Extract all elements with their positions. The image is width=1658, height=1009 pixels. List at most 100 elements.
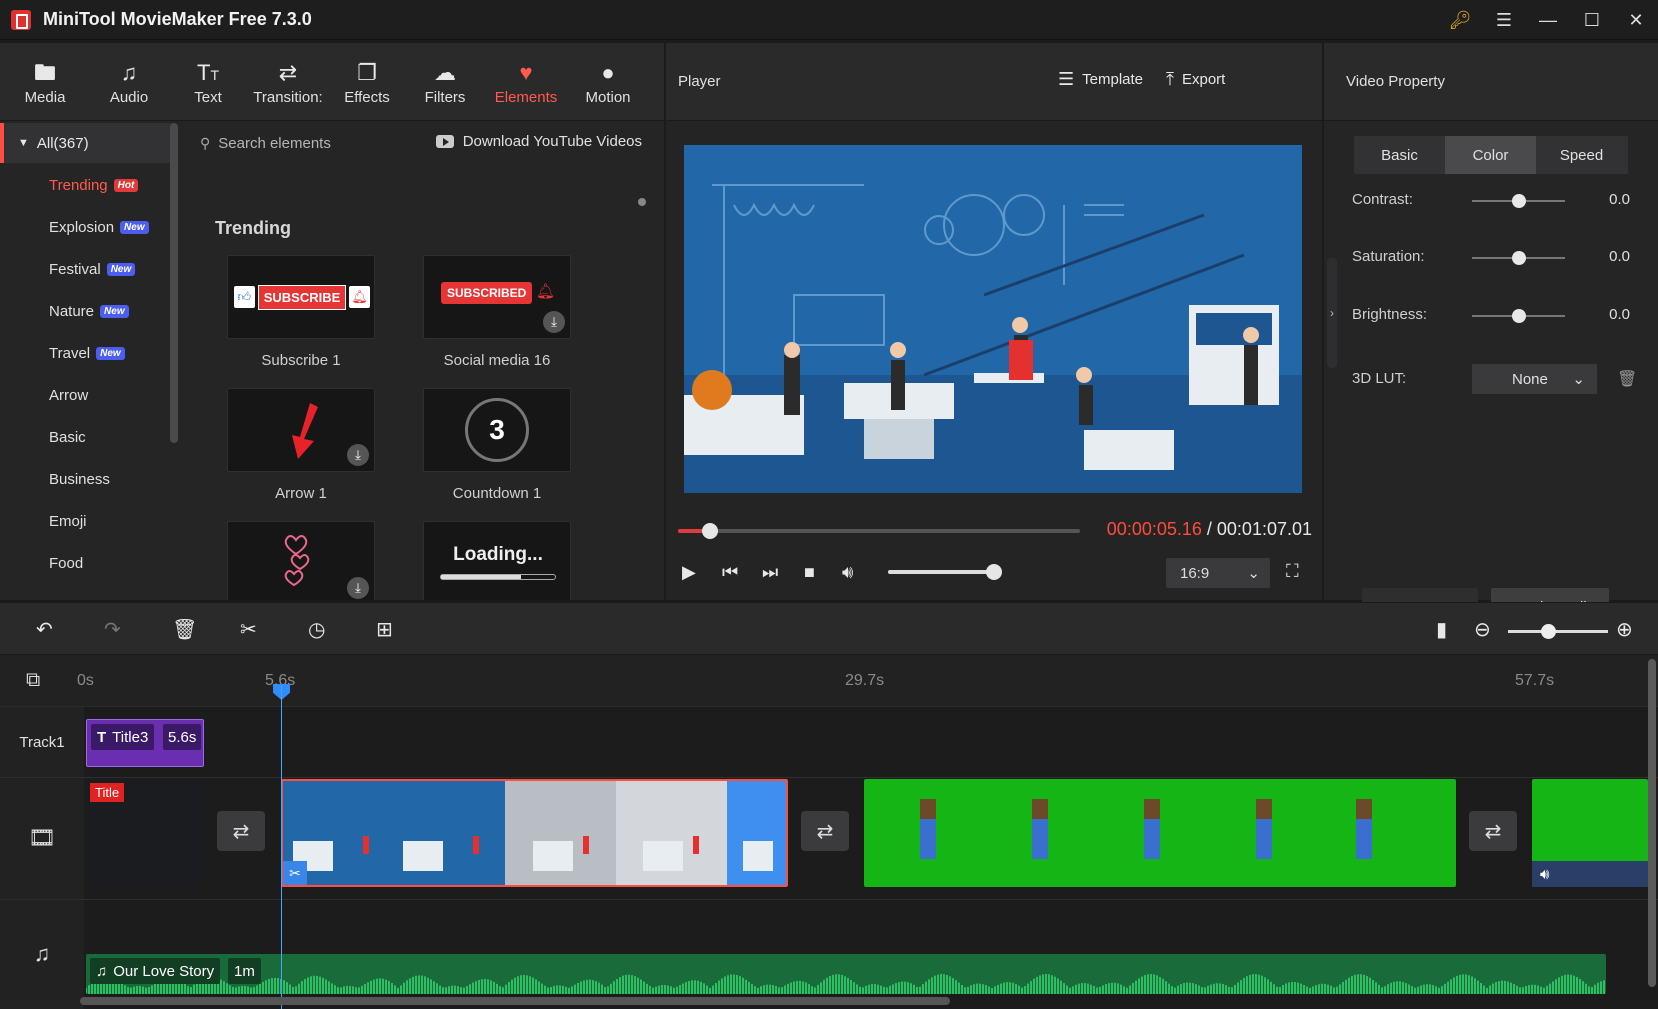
tab-media[interactable]: 🖿︎ Media [0,43,90,121]
menu-icon[interactable]: ☰ [1482,0,1526,40]
slider-handle[interactable] [1511,194,1526,208]
content-scrollbar[interactable] [638,198,646,206]
category-business[interactable]: Business [49,459,110,499]
tab-transition[interactable]: ⇄ Transition: [248,43,328,121]
zoom-out-icon[interactable]: ⊖ [1474,617,1491,642]
element-tile-countdown-1[interactable]: 3 [423,388,571,472]
maximize-button[interactable]: ☐ [1570,0,1614,40]
panel-collapse-handle[interactable]: › [1327,258,1337,368]
download-icon[interactable]: ⤓ [347,444,369,466]
element-tile-hearts[interactable]: ⤓ [227,521,375,600]
category-scrollbar[interactable] [170,123,178,443]
download-icon[interactable]: ⤓ [347,577,369,599]
zoom-slider[interactable] [1508,624,1608,639]
video-clip-title[interactable]: Title [86,779,204,887]
search-input[interactable] [218,134,419,152]
playhead[interactable] [281,685,282,1009]
volume-icon[interactable]: 🔊︎ [1540,866,1549,883]
scissors-icon[interactable]: ✂ [283,861,307,885]
export-button[interactable]: ⤒ Export [1166,69,1225,90]
contrast-slider[interactable] [1472,194,1565,208]
category-nature[interactable]: Nature New [49,291,129,331]
volume-slider[interactable] [888,564,1003,580]
scissors-icon[interactable]: ✂ [240,617,257,642]
title-clip[interactable]: T Title3 5.6s [86,719,204,767]
category-all[interactable]: ▼ All(367) [0,123,172,163]
tab-effects[interactable]: ❐ Effects [328,43,406,121]
tab-basic[interactable]: Basic [1354,136,1445,174]
element-tile-arrow-1[interactable]: ⤓ [227,388,375,472]
video-preview[interactable] [684,145,1302,493]
element-tile-loading[interactable]: Loading... [423,521,571,600]
previous-frame-button[interactable]: ⏮︎ [722,562,738,583]
fit-timeline-icon[interactable]: ▮ [1436,617,1447,642]
video-clip-greenscreen[interactable] [864,779,1456,887]
tab-motion[interactable]: ● Motion [568,43,648,121]
horizontal-scrollbar[interactable] [80,997,950,1005]
transition-arrows-icon: ⇄ [278,59,298,85]
volume-icon[interactable]: 🔊︎ [842,562,853,583]
app-title: MiniTool MovieMaker Free 7.3.0 [43,9,312,29]
download-youtube-button[interactable]: Download YouTube Videos [435,133,642,150]
delete-icon[interactable]: 🗑︎ [172,617,197,642]
export-icon: ⤒ [1166,69,1174,89]
zoom-handle[interactable] [1541,624,1556,639]
seek-handle[interactable] [702,523,719,539]
next-frame-button[interactable]: ⏭︎ [762,562,778,583]
category-basic[interactable]: Basic [49,417,86,457]
video-property-panel: Video Property Basic Color Speed Contras… [1324,43,1658,626]
element-tile-social-media-16[interactable]: SUBSCRIBED 🔔︎ ⤓ [423,255,571,339]
stop-button[interactable]: ■ [804,562,815,583]
tab-speed[interactable]: Speed [1536,136,1627,174]
slider-handle[interactable] [1511,251,1526,265]
tab-audio[interactable]: ♫ Audio [90,43,168,121]
seek-bar[interactable] [678,523,1080,539]
category-food[interactable]: Food [49,543,83,583]
tile-label: Countdown 1 [452,485,542,502]
crop-icon[interactable]: ⊞ [376,617,393,642]
category-trending[interactable]: Trending Hot [49,165,139,205]
time-ruler[interactable]: ⧉ 0s 5.6s 29.7s 57.7s [0,655,1658,707]
download-icon[interactable]: ⤓ [543,311,565,333]
category-emoji[interactable]: Emoji [49,501,87,541]
vertical-scrollbar[interactable] [1648,659,1656,987]
speed-icon[interactable]: ◷ [308,617,325,642]
lut-select[interactable]: None ⌄ [1472,364,1597,394]
slider-handle[interactable] [1511,309,1526,323]
volume-handle[interactable] [986,564,1003,580]
tab-filters[interactable]: ☁ Filters [406,43,484,121]
video-clip-factory[interactable]: ✂ [281,779,788,887]
new-badge: New [100,304,129,318]
close-button[interactable]: ✕ [1614,0,1658,40]
transition-slot[interactable]: ⇄ [801,811,849,851]
transition-slot[interactable]: ⇄ [217,811,265,851]
saturation-slider[interactable] [1472,251,1565,265]
template-button[interactable]: ☰ Template [1058,69,1143,90]
transition-slot[interactable]: ⇄ [1469,811,1517,851]
clip-thumbnails [293,836,773,871]
aspect-ratio-select[interactable]: 16:9 ⌄ [1166,558,1270,588]
category-festival[interactable]: Festival New [49,249,136,289]
timeline: ⧉ 0s 5.6s 29.7s 57.7s Track1 🎞︎ ♫ T Title… [0,655,1658,1009]
fullscreen-icon[interactable]: ⛶ [1286,561,1299,582]
add-track-icon[interactable]: ⧉ [26,669,40,692]
tab-color[interactable]: Color [1445,136,1536,174]
text-icon: T [97,728,107,746]
undo-icon[interactable]: ↶ [36,617,53,642]
play-button[interactable]: ▶ [682,562,696,583]
minimize-button[interactable]: — [1526,0,1570,40]
trash-icon[interactable]: 🗑︎ [1617,369,1637,389]
category-explosion[interactable]: Explosion New [49,207,149,247]
brightness-slider[interactable] [1472,309,1565,323]
audio-clip[interactable]: ♫ Our Love Story 1m [86,954,1606,994]
category-travel[interactable]: Travel New [49,333,125,373]
category-arrow[interactable]: Arrow [49,375,88,415]
tab-elements[interactable]: ♥ Elements [484,43,568,121]
element-tile-subscribe-1[interactable]: 👍︎ SUBSCRIBE 🔔︎ [227,255,375,339]
tab-text[interactable]: TT Text [168,43,248,121]
video-clip-greenscreen-2[interactable]: 🔊︎ [1532,779,1648,887]
app-logo-icon [11,9,31,30]
zoom-in-icon[interactable]: ⊕ [1616,617,1633,642]
redo-icon[interactable]: ↷ [104,617,121,642]
key-icon[interactable]: 🔑︎ [1438,0,1482,40]
